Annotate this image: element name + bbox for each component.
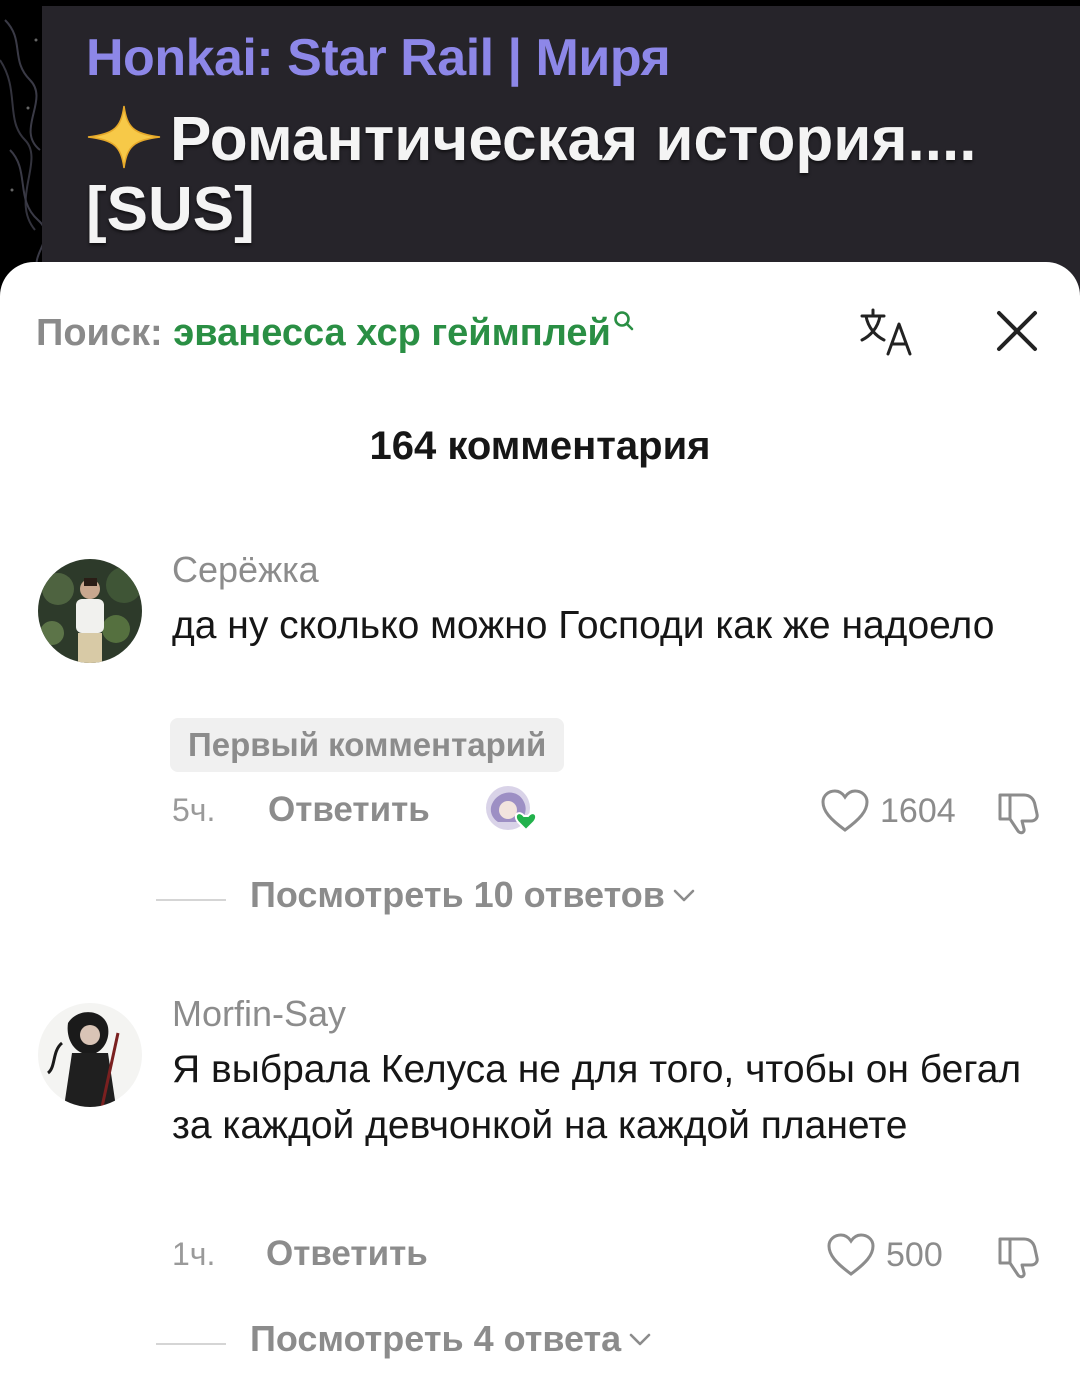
video-title-text: Романтическая история.... [SUS] — [86, 105, 977, 244]
close-icon[interactable] — [994, 308, 1040, 354]
comments-count-title: 164 комментария — [369, 424, 711, 468]
reply-button[interactable]: Ответить — [268, 790, 430, 830]
avatar[interactable] — [38, 1003, 142, 1107]
first-comment-badge: Первый комментарий — [170, 718, 565, 772]
sparkle-icon — [87, 105, 161, 169]
search-query[interactable]: эванесса хср геймплей — [173, 312, 611, 354]
like-count: 1604 — [880, 792, 956, 830]
avatar[interactable] — [38, 559, 142, 663]
search-suggestion[interactable]: Поиск: эванесса хср геймплей — [36, 311, 635, 355]
comment-time: 5ч. — [172, 792, 216, 828]
comments-sheet: Поиск: эванесса хср геймплей 164 коммент… — [0, 262, 1080, 1394]
comment-text: да ну сколько можно Господи как же надое… — [172, 604, 995, 647]
video-background: Honkai: Star Rail | Миря Романтическая и… — [0, 0, 1080, 306]
view-replies-label: Посмотреть 4 ответа — [250, 1318, 651, 1360]
video-title: Романтическая история.... [SUS] — [86, 104, 1046, 245]
search-icon — [614, 311, 634, 331]
heart-icon — [827, 1233, 875, 1276]
divider-line — [156, 899, 226, 901]
view-replies-text: Посмотреть 4 ответа — [250, 1318, 622, 1359]
chevron-down-icon — [673, 889, 695, 902]
creator-liked-icon — [486, 786, 538, 832]
view-replies-button[interactable]: Посмотреть 10 ответов — [156, 874, 756, 924]
reply-button[interactable]: Ответить — [266, 1234, 428, 1274]
comment-text: Я выбрала Келуса не для того, чтобы он б… — [172, 1048, 1022, 1147]
chevron-down-icon — [629, 1333, 651, 1346]
like-button[interactable]: 500 — [826, 1232, 966, 1282]
dislike-icon[interactable] — [994, 787, 1042, 835]
view-replies-text: Посмотреть 10 ответов — [250, 874, 665, 915]
avatar-image — [38, 559, 142, 663]
like-count: 500 — [886, 1236, 943, 1274]
avatar-image — [38, 1003, 142, 1107]
view-replies-button[interactable]: Посмотреть 4 ответа — [156, 1318, 756, 1368]
comment-time: 1ч. — [172, 1236, 216, 1272]
view-replies-label: Посмотреть 10 ответов — [250, 874, 695, 916]
translate-icon[interactable] — [858, 306, 916, 358]
comment-username[interactable]: Morfin-Say — [172, 993, 346, 1035]
dislike-icon[interactable] — [994, 1231, 1042, 1279]
like-button[interactable]: 1604 — [820, 788, 970, 838]
comment-username[interactable]: Серёжка — [172, 549, 319, 591]
search-label: Поиск: — [36, 312, 163, 354]
video-channel-name[interactable]: Honkai: Star Rail | Миря — [86, 28, 671, 88]
divider-line — [156, 1343, 226, 1345]
heart-icon — [821, 789, 869, 832]
